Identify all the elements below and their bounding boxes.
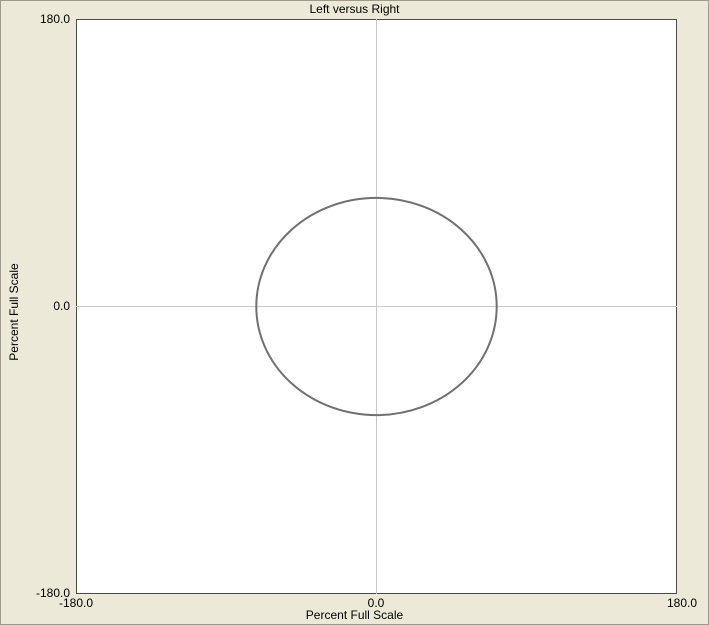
plot-canvas: [76, 19, 677, 594]
chart-title: Left versus Right: [309, 2, 400, 16]
x-axis-label: Percent Full Scale: [305, 608, 404, 622]
y-tick-label-max: 180.0: [39, 12, 70, 26]
y-axis-label: Percent Full Scale: [7, 263, 21, 361]
